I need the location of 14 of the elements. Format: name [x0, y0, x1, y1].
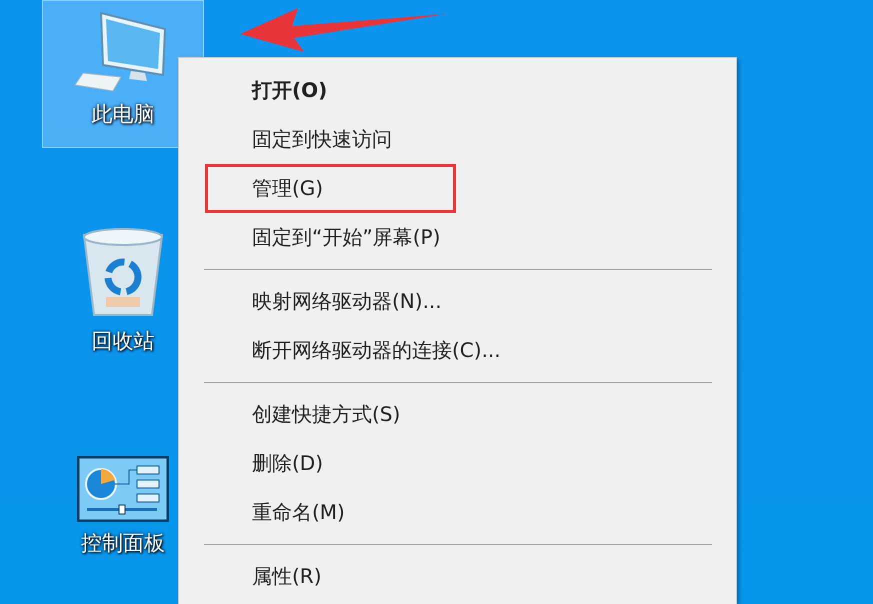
icon-label: 回收站 — [92, 328, 154, 354]
menu-item[interactable]: 管理(G) — [205, 164, 456, 213]
menu-item[interactable]: 属性(R) — [205, 552, 333, 601]
menu-item[interactable]: 固定到“开始”屏幕(P) — [205, 213, 452, 262]
menu-item[interactable]: 重命名(M) — [205, 488, 356, 537]
menu-item[interactable]: 删除(D) — [205, 439, 334, 488]
icon-label: 此电脑 — [92, 101, 154, 127]
menu-item[interactable]: 打开(O) — [205, 66, 338, 115]
menu-item[interactable]: 固定到快速访问 — [205, 115, 403, 164]
icon-label: 控制面板 — [81, 530, 165, 556]
menu-item[interactable]: 创建快捷方式(S) — [205, 390, 412, 439]
control-panel-icon — [77, 456, 169, 522]
menu-item[interactable]: 映射网络驱动器(N)... — [205, 277, 453, 326]
menu-item[interactable]: 断开网络驱动器的连接(C)... — [205, 326, 512, 375]
